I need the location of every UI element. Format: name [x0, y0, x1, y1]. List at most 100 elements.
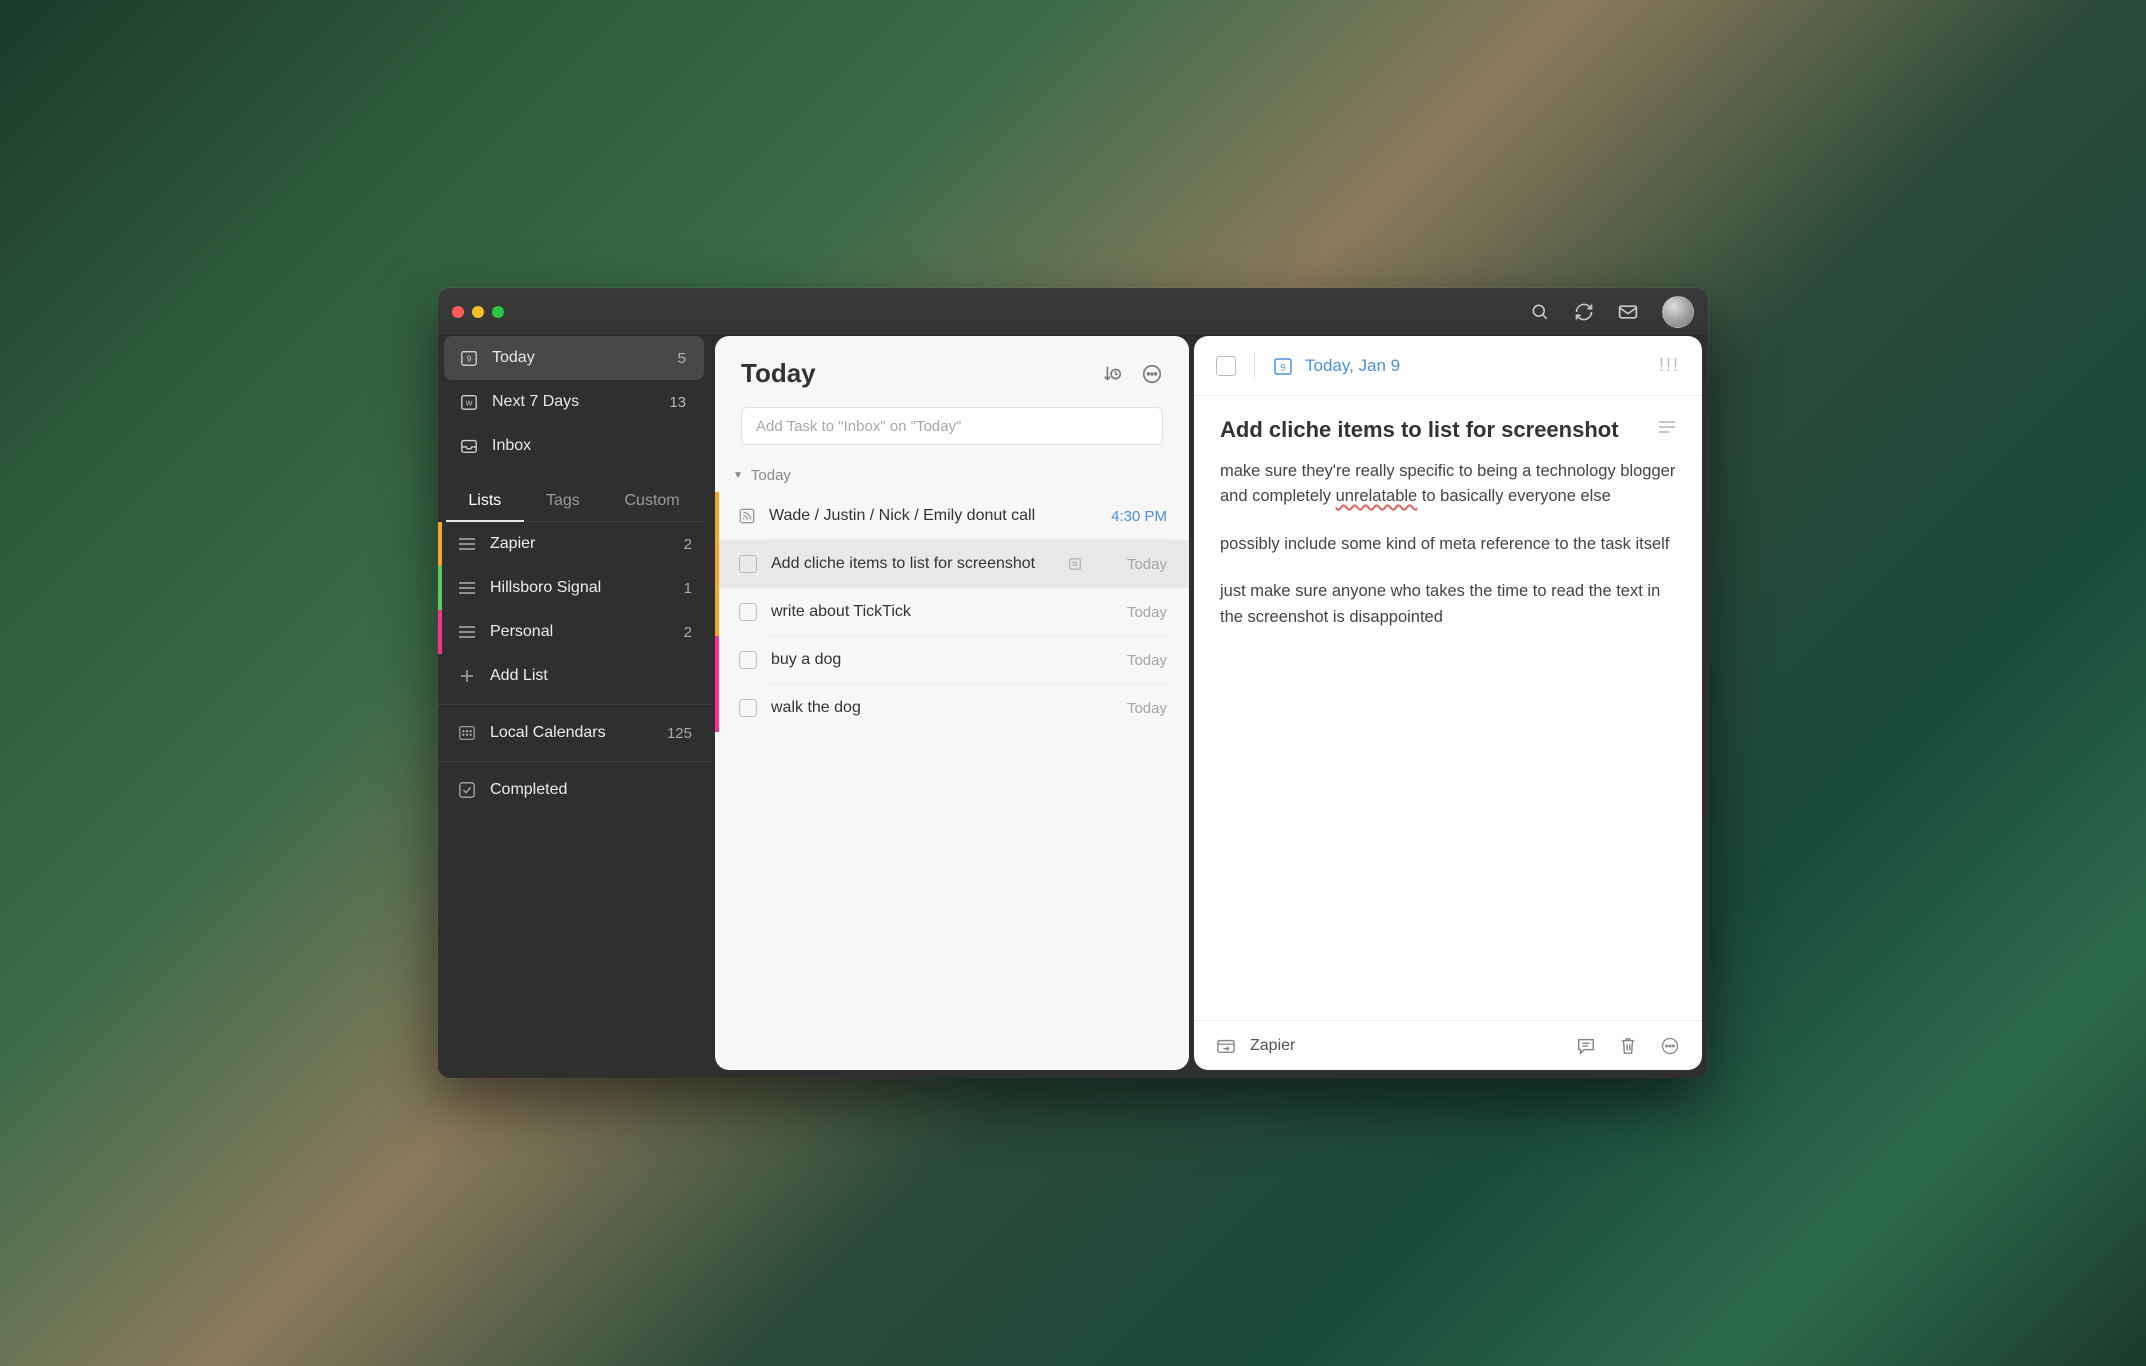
task-list-header: Today — [715, 336, 1189, 401]
priority-icon[interactable]: !!! — [1659, 355, 1680, 376]
sort-icon[interactable] — [1101, 363, 1123, 385]
detail-paragraph: just make sure anyone who takes the time… — [1220, 579, 1676, 630]
sidebar-item-inbox[interactable]: Inbox — [444, 424, 704, 468]
task-time: Today — [1127, 700, 1167, 717]
detail-body[interactable]: Add cliche items to list for screenshot … — [1194, 396, 1702, 1020]
app-window: 9 Today 5 W Next 7 Days 13 Inbox Lists — [438, 288, 1708, 1078]
note-icon — [1068, 557, 1082, 571]
comment-icon[interactable] — [1576, 1036, 1596, 1056]
window-maximize-button[interactable] — [492, 306, 504, 318]
calendar-day-icon: 9 — [458, 347, 480, 369]
task-title: Add cliche items to list for screenshot — [771, 555, 1035, 573]
completed-label: Completed — [490, 781, 567, 799]
list-label: Zapier — [490, 535, 535, 553]
sidebar-tabs: Lists Tags Custom — [438, 482, 710, 522]
move-to-project-icon[interactable] — [1216, 1036, 1236, 1056]
list-count: 2 — [684, 624, 692, 641]
add-task-input[interactable] — [741, 407, 1163, 445]
chevron-down-icon: ▼ — [733, 470, 743, 481]
window-close-button[interactable] — [452, 306, 464, 318]
task-color-bar — [715, 588, 719, 636]
calendar-day-icon[interactable]: 9 — [1273, 356, 1293, 376]
task-time: 4:30 PM — [1111, 508, 1167, 525]
more-icon[interactable] — [1660, 1036, 1680, 1056]
task-title: write about TickTick — [771, 603, 911, 621]
notifications-icon[interactable] — [1618, 302, 1638, 322]
plus-icon — [456, 665, 478, 687]
traffic-lights — [452, 306, 504, 318]
svg-text:9: 9 — [1280, 362, 1285, 372]
add-list-button[interactable]: Add List — [438, 654, 710, 698]
task-list-panel: Today ▼ Today Wade / Justin / Nick / Emi — [715, 336, 1189, 1070]
trash-icon[interactable] — [1618, 1036, 1638, 1056]
inbox-icon — [458, 435, 480, 457]
sidebar-list-item[interactable]: Zapier 2 — [438, 522, 710, 566]
more-icon[interactable] — [1141, 363, 1163, 385]
add-list-label: Add List — [490, 667, 548, 685]
sidebar-item-count: 13 — [669, 394, 686, 411]
task-checkbox[interactable] — [739, 651, 757, 669]
task-title: Wade / Justin / Nick / Emily donut call — [769, 507, 1035, 525]
list-lines-icon — [456, 577, 478, 599]
sidebar-item-today[interactable]: 9 Today 5 — [444, 336, 704, 380]
list-color-bar — [438, 522, 442, 566]
sidebar-item-next7days[interactable]: W Next 7 Days 13 — [444, 380, 704, 424]
avatar[interactable] — [1662, 296, 1694, 328]
task-title: buy a dog — [771, 651, 841, 669]
detail-date[interactable]: Today, Jan 9 — [1305, 356, 1400, 376]
task-time: Today — [1127, 652, 1167, 669]
task-checkbox[interactable] — [739, 603, 757, 621]
list-label: Hillsboro Signal — [490, 579, 601, 597]
svg-text:W: W — [466, 399, 473, 408]
task-title: walk the dog — [771, 699, 861, 717]
tab-lists[interactable]: Lists — [446, 482, 524, 522]
list-count: 2 — [684, 536, 692, 553]
tab-custom[interactable]: Custom — [602, 482, 702, 522]
sidebar-item-label: Inbox — [492, 437, 531, 455]
task-row[interactable]: walk the dog Today — [715, 684, 1189, 732]
sidebar-item-completed[interactable]: Completed — [438, 768, 710, 812]
list-color-bar — [438, 610, 442, 654]
description-icon[interactable] — [1658, 416, 1676, 434]
sidebar-list-item[interactable]: Hillsboro Signal 1 — [438, 566, 710, 610]
tab-tags[interactable]: Tags — [524, 482, 603, 522]
detail-description[interactable]: make sure they're really specific to bei… — [1220, 459, 1676, 631]
titlebar — [438, 288, 1708, 336]
search-icon[interactable] — [1530, 302, 1550, 322]
sidebar-item-local-calendars[interactable]: Local Calendars 125 — [438, 711, 710, 755]
sidebar-list-item[interactable]: Personal 2 — [438, 610, 710, 654]
calendar-count: 125 — [667, 725, 692, 742]
detail-project[interactable]: Zapier — [1250, 1037, 1295, 1055]
task-checkbox[interactable] — [739, 699, 757, 717]
subscription-icon — [739, 508, 755, 524]
calendar-grid-icon — [456, 722, 478, 744]
detail-checkbox[interactable] — [1216, 356, 1236, 376]
task-color-bar — [715, 540, 719, 588]
list-label: Personal — [490, 623, 553, 641]
task-time: Today — [1127, 604, 1167, 621]
task-row[interactable]: buy a dog Today — [715, 636, 1189, 684]
task-list-title: Today — [741, 358, 816, 389]
calendar-week-icon: W — [458, 391, 480, 413]
sync-icon[interactable] — [1574, 302, 1594, 322]
task-time: Today — [1127, 556, 1167, 573]
task-row[interactable]: write about TickTick Today — [715, 588, 1189, 636]
window-minimize-button[interactable] — [472, 306, 484, 318]
task-row[interactable]: Wade / Justin / Nick / Emily donut call … — [715, 492, 1189, 540]
detail-panel: 9 Today, Jan 9 !!! Add cliche items to l… — [1194, 336, 1702, 1070]
task-checkbox[interactable] — [739, 555, 757, 573]
task-group-header[interactable]: ▼ Today — [715, 461, 1189, 492]
task-color-bar — [715, 636, 719, 684]
task-color-bar — [715, 492, 719, 540]
list-lines-icon — [456, 621, 478, 643]
list-lines-icon — [456, 533, 478, 555]
divider — [438, 761, 710, 762]
task-row[interactable]: Add cliche items to list for screenshot … — [715, 540, 1189, 588]
detail-header: 9 Today, Jan 9 !!! — [1194, 336, 1702, 396]
divider — [1254, 352, 1255, 380]
list-color-bar — [438, 566, 442, 610]
svg-text:9: 9 — [467, 355, 472, 364]
calendar-label: Local Calendars — [490, 724, 606, 742]
detail-title[interactable]: Add cliche items to list for screenshot — [1220, 416, 1642, 445]
task-group-label: Today — [751, 467, 791, 484]
